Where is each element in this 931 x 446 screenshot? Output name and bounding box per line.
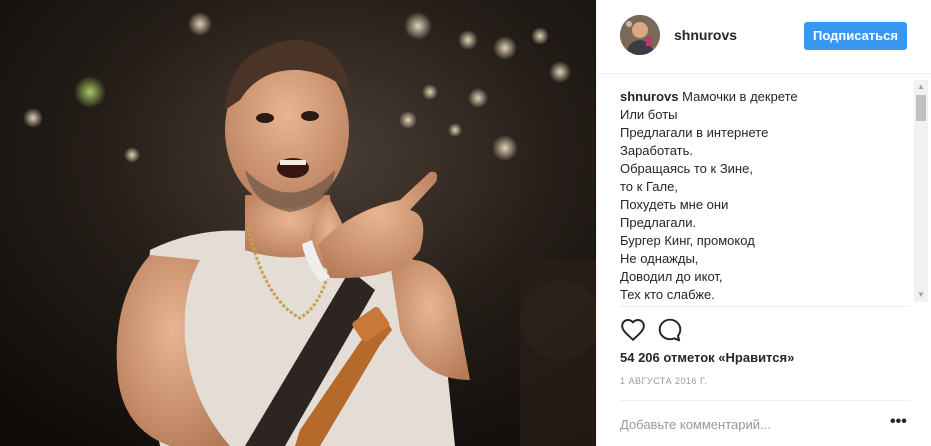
caption-line: Не однажды, xyxy=(620,251,699,266)
follow-button[interactable]: Подписаться xyxy=(804,22,907,50)
post-header: shnurovs Подписаться xyxy=(597,0,931,74)
caption-line: Обращаясь то к Зине, xyxy=(620,161,753,176)
caption-line: Заработать. xyxy=(620,143,694,158)
divider xyxy=(620,306,910,307)
caption-line: Предлагали. xyxy=(620,215,697,230)
scroll-up-arrow-icon[interactable]: ▲ xyxy=(914,80,928,94)
scroll-down-arrow-icon[interactable]: ▼ xyxy=(914,288,928,302)
caption-line: Бургер Кинг, промокод xyxy=(620,233,755,248)
post-photo[interactable] xyxy=(0,0,596,446)
caption-line: то к Гале, xyxy=(620,179,678,194)
caption-area: shnurovs Мамочки в декрете Или боты Пред… xyxy=(620,88,910,306)
post-side-panel: shnurovs Подписаться shnurovs Мамочки в … xyxy=(596,0,931,446)
comments-scrollbar[interactable]: ▲ ▼ xyxy=(914,80,928,302)
caption-username[interactable]: shnurovs xyxy=(620,89,679,104)
caption-line: Мамочки в декрете xyxy=(682,89,798,104)
header-username[interactable]: shnurovs xyxy=(674,27,737,43)
comment-bubble-icon[interactable] xyxy=(657,317,683,343)
caption-line: Похудеть мне они xyxy=(620,197,729,212)
caption-line: Тех кто слабже. xyxy=(620,287,715,302)
avatar[interactable] xyxy=(620,15,660,55)
caption-first-line: shnurovs Мамочки в декрете xyxy=(620,88,910,106)
caption-line: Предлагали в интернете xyxy=(620,125,769,140)
heart-icon[interactable] xyxy=(620,317,646,343)
post-date[interactable]: 1 АВГУСТА 2016 Г. xyxy=(620,376,707,386)
more-options-icon[interactable]: ••• xyxy=(890,414,907,434)
divider xyxy=(620,400,910,401)
caption-line: Доводил до икот, xyxy=(620,269,723,284)
caption-line: Или боты xyxy=(620,107,678,122)
comment-input[interactable] xyxy=(620,414,880,434)
scroll-thumb[interactable] xyxy=(916,95,926,121)
likes-count[interactable]: 54 206 отметок «Нравится» xyxy=(620,350,794,365)
